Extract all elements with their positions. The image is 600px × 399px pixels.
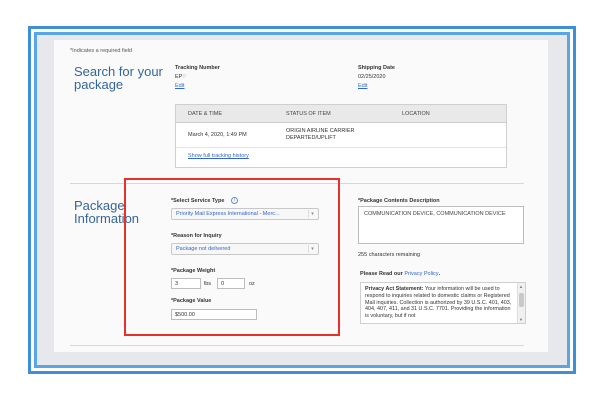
weight-lbs-input[interactable]: 3 bbox=[171, 278, 201, 289]
row-status-line1: ORIGIN AIRLINE CARRIER bbox=[286, 128, 355, 134]
shipping-date-value: 02/25/2020 bbox=[358, 74, 386, 80]
chars-remaining: 255 characters remaining bbox=[358, 252, 421, 258]
tracking-table-header: DATE & TIME STATUS OF ITEM LOCATION bbox=[176, 105, 506, 123]
privacy-statement-bold: Privacy Act Statement: bbox=[365, 286, 424, 292]
header-location: LOCATION bbox=[402, 111, 430, 117]
reason-value: Package not delivered bbox=[176, 246, 231, 252]
value-label: *Package Value bbox=[171, 298, 212, 304]
package-info-title: Package Information bbox=[74, 199, 139, 225]
weight-label: *Package Weight bbox=[171, 268, 216, 274]
header-date-time: DATE & TIME bbox=[188, 111, 223, 117]
row-date-time: March 4, 2020, 1:49 PM bbox=[188, 132, 247, 138]
bottom-divider bbox=[70, 345, 524, 346]
weight-lbs-unit: lbs bbox=[204, 281, 212, 287]
privacy-read-text: Please Read our bbox=[360, 271, 405, 277]
service-type-label: *Select Service Type bbox=[171, 198, 225, 204]
weight-oz-unit: oz bbox=[249, 281, 255, 287]
reason-label: *Reason for Inquiry bbox=[171, 233, 222, 239]
search-section-title: Search for your package bbox=[74, 65, 163, 91]
tracking-edit-link[interactable]: Edit bbox=[175, 83, 184, 89]
chevron-down-icon: ▾ bbox=[308, 245, 316, 253]
privacy-heading: Please Read our Privacy Policy. bbox=[360, 271, 440, 277]
tracking-table: DATE & TIME STATUS OF ITEM LOCATION Marc… bbox=[175, 104, 507, 168]
row-divider bbox=[176, 147, 506, 148]
privacy-period: . bbox=[438, 271, 441, 277]
section-divider bbox=[70, 183, 524, 184]
privacy-statement-box: Privacy Act Statement: Your information … bbox=[360, 282, 526, 324]
tracking-history-link[interactable]: Show full tracking history bbox=[188, 153, 249, 159]
package-title-line2: Information bbox=[74, 211, 140, 226]
header-status: STATUS OF ITEM bbox=[286, 111, 331, 117]
privacy-scrollbar[interactable]: ▲ ▼ bbox=[517, 283, 525, 323]
privacy-statement-text: Privacy Act Statement: Your information … bbox=[365, 286, 513, 320]
scroll-thumb[interactable] bbox=[519, 293, 524, 307]
search-title-line2: package bbox=[74, 77, 124, 92]
service-type-value: Priority Mail Express International - Me… bbox=[176, 211, 280, 217]
info-icon[interactable]: i bbox=[231, 197, 238, 204]
contents-textarea[interactable]: COMMUNICATION DEVICE, COMMUNICATION DEVI… bbox=[358, 206, 524, 244]
service-type-select[interactable]: Priority Mail Express International - Me… bbox=[171, 208, 319, 220]
privacy-policy-link[interactable]: Privacy Policy bbox=[404, 271, 438, 277]
shipping-edit-link[interactable]: Edit bbox=[358, 83, 367, 89]
scroll-down-icon[interactable]: ▼ bbox=[519, 317, 523, 322]
package-value-input[interactable]: $500.00 bbox=[171, 309, 257, 320]
shipping-date-label: Shipping Date bbox=[358, 65, 395, 71]
required-field-note: *Indicates a required field bbox=[70, 48, 133, 54]
row-status-line2: DEPARTED/UPLIFT bbox=[286, 135, 336, 141]
redaction-blur bbox=[182, 70, 208, 84]
contents-label: *Package Contents Description bbox=[358, 198, 440, 204]
weight-oz-input[interactable]: 0 bbox=[217, 278, 245, 289]
chevron-down-icon: ▾ bbox=[308, 210, 316, 218]
scroll-up-icon[interactable]: ▲ bbox=[519, 284, 523, 289]
reason-select[interactable]: Package not delivered ▾ bbox=[171, 243, 319, 255]
